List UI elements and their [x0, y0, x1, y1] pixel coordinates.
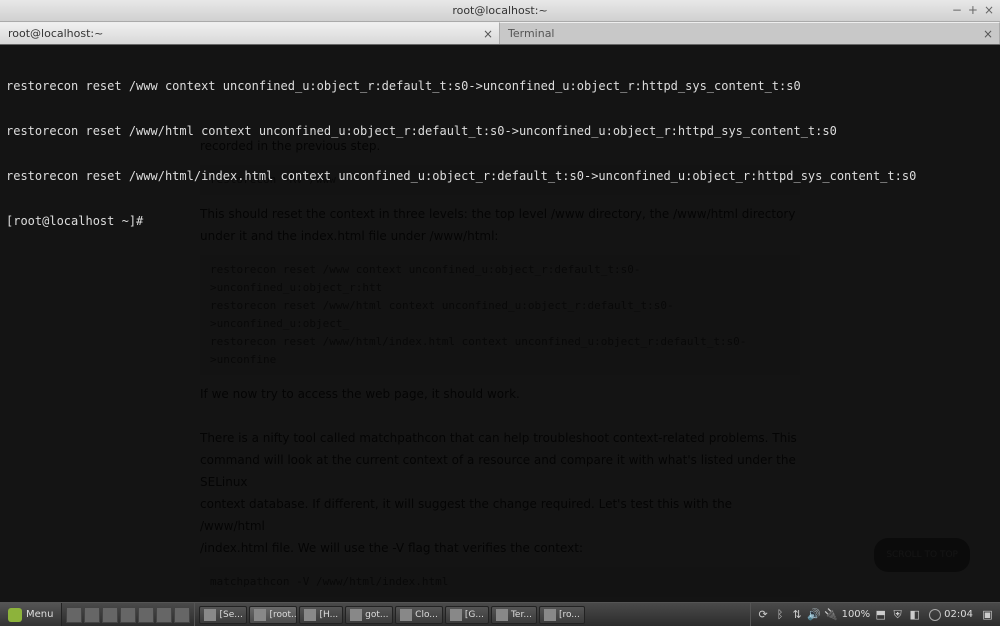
task-list: [Se... [root... [H... got... Clo... [G..… [195, 603, 749, 626]
tab-label: Terminal [508, 27, 555, 40]
app-icon [400, 609, 412, 621]
task-label: [H... [319, 610, 338, 620]
task-label: [root... [269, 610, 297, 620]
menu-label: Menu [26, 609, 53, 620]
browser-icon[interactable] [120, 607, 136, 623]
terminal-body[interactable]: restorecon reset /www context unconfined… [0, 45, 1000, 602]
shield-icon[interactable]: ⛨ [891, 608, 904, 621]
tab-terminal-1[interactable]: root@localhost:~ × [0, 22, 500, 44]
terminal-tabs: root@localhost:~ × Terminal × [0, 22, 1000, 45]
tray-icon[interactable]: ◧ [908, 608, 921, 621]
bluetooth-icon[interactable]: ᛒ [774, 608, 787, 621]
show-desktop-icon[interactable] [66, 607, 82, 623]
task-button[interactable]: got... [345, 606, 393, 624]
tray-icon[interactable]: ⬒ [874, 608, 887, 621]
clock[interactable]: 02:04 [925, 609, 977, 621]
taskbar: Menu [Se... [root... [H... got... Clo...… [0, 602, 1000, 626]
tray-icon[interactable]: ▣ [981, 608, 994, 621]
terminal-line: restorecon reset /www/html context uncon… [6, 124, 994, 139]
distro-logo-icon [8, 608, 22, 622]
task-label: Ter... [511, 610, 532, 620]
volume-icon[interactable]: 🔊 [808, 608, 821, 621]
maximize-button[interactable]: + [968, 3, 978, 17]
menu-button[interactable]: Menu [0, 603, 62, 626]
terminal-icon[interactable] [102, 607, 118, 623]
tab-label: root@localhost:~ [8, 27, 103, 40]
terminal-prompt-line: [root@localhost ~]# [6, 214, 994, 229]
minimize-button[interactable]: − [952, 3, 962, 17]
app-icon[interactable] [156, 607, 172, 623]
app-icon[interactable] [174, 607, 190, 623]
app-icon [304, 609, 316, 621]
app-icon [496, 609, 508, 621]
app-icon [204, 609, 216, 621]
clock-icon [929, 609, 941, 621]
task-button[interactable]: [H... [299, 606, 343, 624]
terminal-line: restorecon reset /www/html/index.html co… [6, 169, 994, 184]
task-button[interactable]: Clo... [395, 606, 443, 624]
update-icon[interactable]: ⟳ [757, 608, 770, 621]
app-icon [544, 609, 556, 621]
task-label: got... [365, 610, 388, 620]
task-button[interactable]: Ter... [491, 606, 537, 624]
task-button[interactable]: [G... [445, 606, 489, 624]
task-label: Clo... [415, 610, 438, 620]
window-titlebar: root@localhost:~ − + × [0, 0, 1000, 22]
window-title: root@localhost:~ [452, 4, 547, 17]
close-button[interactable]: × [984, 3, 994, 17]
close-icon[interactable]: × [983, 27, 993, 41]
terminal-prompt: [root@localhost ~]# [6, 214, 151, 228]
task-button[interactable]: [root... [249, 606, 297, 624]
app-icon[interactable] [138, 607, 154, 623]
network-icon[interactable]: ⇅ [791, 608, 804, 621]
clock-time: 02:04 [944, 609, 973, 620]
battery-icon[interactable]: 🔌 [825, 608, 838, 621]
quick-launch [62, 603, 195, 626]
close-icon[interactable]: × [483, 27, 493, 41]
file-manager-icon[interactable] [84, 607, 100, 623]
terminal-line: restorecon reset /www context unconfined… [6, 79, 994, 94]
system-tray: ⟳ ᛒ ⇅ 🔊 🔌 100% ⬒ ⛨ ◧ 02:04 ▣ [750, 603, 1000, 626]
task-button[interactable]: [ro... [539, 606, 585, 624]
task-label: [Se... [219, 610, 242, 620]
app-icon [254, 609, 266, 621]
tab-terminal-2[interactable]: Terminal × [500, 22, 1000, 44]
app-icon [350, 609, 362, 621]
task-button[interactable]: [Se... [199, 606, 247, 624]
battery-percent: 100% [842, 609, 871, 620]
task-label: [ro... [559, 610, 580, 620]
task-label: [G... [465, 610, 484, 620]
app-icon [450, 609, 462, 621]
